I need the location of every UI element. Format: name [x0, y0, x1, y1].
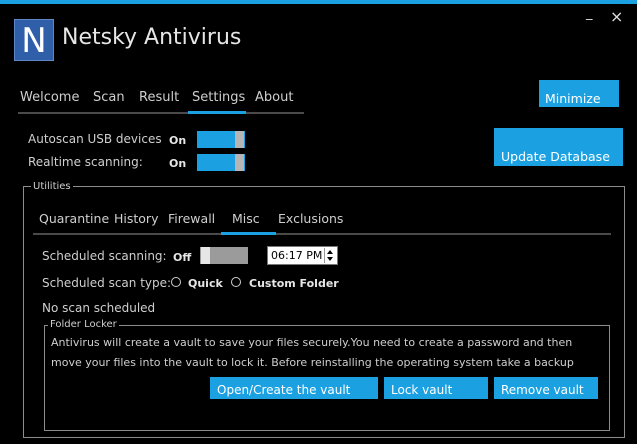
- tab-history[interactable]: History: [114, 211, 158, 226]
- utilities-tabs-separator: [33, 233, 611, 235]
- realtime-scanning-state: On: [169, 157, 187, 170]
- radio-quick-label[interactable]: Quick: [188, 277, 223, 290]
- time-spinner[interactable]: [324, 248, 336, 263]
- realtime-scanning-label: Realtime scanning:: [28, 155, 143, 169]
- minimize-button[interactable]: Minimize: [539, 80, 619, 107]
- tab-firewall[interactable]: Firewall: [168, 211, 215, 226]
- folder-locker-legend: Folder Locker: [48, 319, 119, 330]
- window-minimize-button[interactable]: _: [586, 6, 593, 21]
- folder-locker-description-line1: Antivirus will create a vault to save yo…: [51, 336, 573, 349]
- tab-welcome[interactable]: Welcome: [20, 90, 79, 105]
- scheduled-scanning-label: Scheduled scanning:: [42, 249, 167, 263]
- active-tab-indicator: [188, 111, 246, 114]
- tab-misc[interactable]: Misc: [232, 211, 260, 226]
- open-create-vault-button[interactable]: Open/Create the vault: [210, 377, 378, 399]
- autoscan-usb-label: Autoscan USB devices: [28, 132, 162, 146]
- app-logo-icon: N: [14, 19, 54, 61]
- tab-scan[interactable]: Scan: [93, 90, 125, 105]
- window-close-button[interactable]: ×: [610, 7, 623, 26]
- realtime-scanning-toggle[interactable]: [197, 154, 245, 171]
- window-top-accent: [0, 0, 637, 4]
- autoscan-usb-state: On: [169, 134, 187, 147]
- spin-down-icon[interactable]: [327, 257, 333, 261]
- radio-quick[interactable]: [171, 277, 181, 287]
- folder-locker-description-line2: move your files into the vault to lock i…: [51, 356, 574, 369]
- radio-custom-folder-label[interactable]: Custom Folder: [249, 277, 339, 290]
- tab-about[interactable]: About: [255, 90, 293, 105]
- main-tabs-separator: [18, 112, 304, 114]
- radio-custom-folder[interactable]: [231, 277, 241, 287]
- toggle-knob: [201, 247, 210, 264]
- tab-quarantine[interactable]: Quarantine: [39, 211, 109, 226]
- schedule-time-picker[interactable]: 06:17 PM: [267, 246, 338, 265]
- lock-vault-button[interactable]: Lock vault: [384, 377, 488, 399]
- app-title: Netsky Antivirus: [62, 25, 242, 50]
- update-database-button[interactable]: Update Database: [494, 128, 623, 166]
- toggle-knob: [235, 154, 244, 171]
- utilities-legend: Utilities: [31, 181, 73, 192]
- utilities-active-tab-indicator: [221, 232, 276, 235]
- schedule-status: No scan scheduled: [42, 301, 156, 315]
- schedule-time-value: 06:17 PM: [271, 249, 323, 262]
- tab-result[interactable]: Result: [139, 90, 179, 105]
- remove-vault-button[interactable]: Remove vault: [494, 377, 598, 399]
- scheduled-scanning-toggle[interactable]: [200, 247, 248, 264]
- scan-type-label: Scheduled scan type:: [42, 276, 172, 290]
- toggle-knob: [235, 131, 244, 148]
- scheduled-scanning-state: Off: [173, 251, 192, 264]
- tab-settings[interactable]: Settings: [192, 90, 245, 105]
- tab-exclusions[interactable]: Exclusions: [278, 211, 343, 226]
- spin-up-icon[interactable]: [327, 250, 333, 254]
- autoscan-usb-toggle[interactable]: [197, 131, 245, 148]
